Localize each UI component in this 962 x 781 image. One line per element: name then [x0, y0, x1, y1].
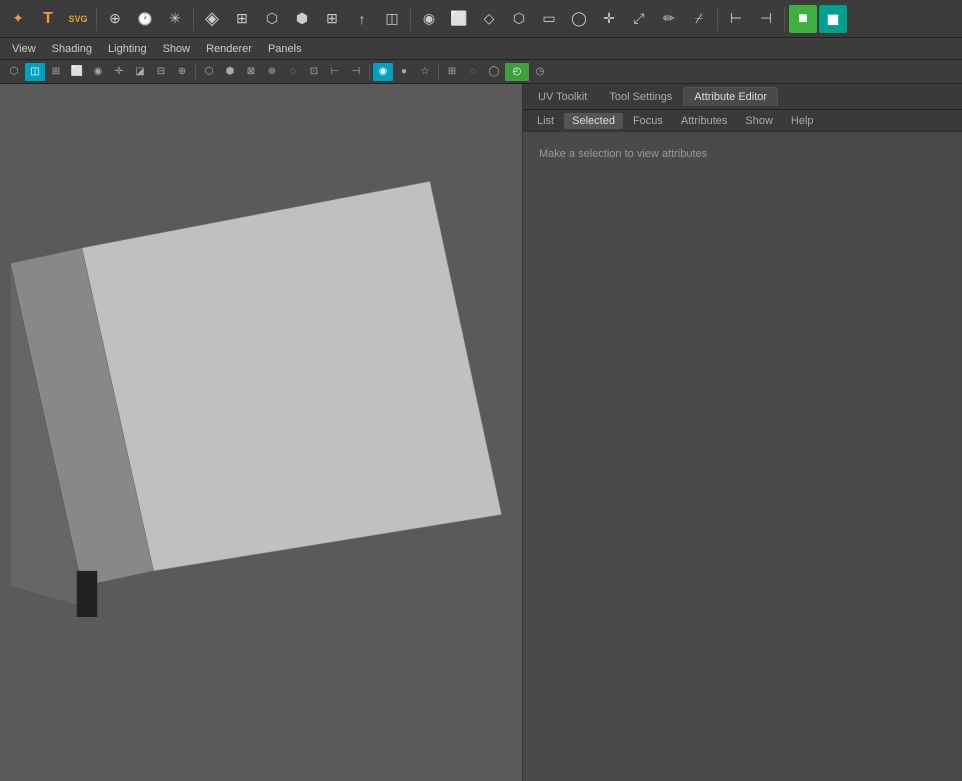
sec-edge-icon[interactable]: ✛ [109, 63, 129, 81]
star-icon[interactable]: ✦ [4, 5, 32, 33]
subtab-show[interactable]: Show [737, 113, 781, 129]
sec-oval-icon[interactable]: ◯ [484, 63, 504, 81]
sec-mesh-icon[interactable]: ◫ [25, 63, 45, 81]
bridge-icon[interactable]: ⊣ [752, 5, 780, 33]
no-selection-message: Make a selection to view attributes [539, 148, 707, 160]
subtab-list[interactable]: List [529, 113, 562, 129]
teal-icon[interactable]: ◼ [819, 5, 847, 33]
split-icon[interactable]: ⊢ [722, 5, 750, 33]
viewport[interactable] [0, 84, 522, 781]
pen-icon[interactable]: ⌿ [685, 5, 713, 33]
cube-open-icon[interactable]: ⬜ [445, 5, 473, 33]
menu-view[interactable]: View [4, 41, 44, 57]
sep-sec3 [438, 64, 439, 80]
sec-fill-icon[interactable]: ◉ [373, 63, 393, 81]
sec-left-icon[interactable]: ⊢ [325, 63, 345, 81]
sec-vert-icon[interactable]: ◉ [88, 63, 108, 81]
sep1 [96, 7, 97, 31]
sec-grid3-icon[interactable]: ⊞ [46, 63, 66, 81]
menu-renderer[interactable]: Renderer [198, 41, 260, 57]
sec-target2-icon[interactable]: ⊕ [172, 63, 192, 81]
sep5 [784, 7, 785, 31]
menu-lighting[interactable]: Lighting [100, 41, 155, 57]
edit-icon[interactable]: ✏ [655, 5, 683, 33]
sep4 [717, 7, 718, 31]
top-toolbar: ✦ T SVG ⊕ 🕐 ✳ ◈ ⊞ ⬡ ⬢ ⊞ ↑ ◫ ◉ ⬜ ◇ ⬡ ▭ ◯ … [0, 0, 962, 38]
menu-shading[interactable]: Shading [44, 41, 100, 57]
sec-plus-icon[interactable]: ⊕ [262, 63, 282, 81]
subtab-selected[interactable]: Selected [564, 113, 623, 129]
scale-icon[interactable]: ⤢ [625, 5, 653, 33]
panel-tabs: UV Toolkit Tool Settings Attribute Edito… [523, 84, 962, 110]
tab-attribute-editor[interactable]: Attribute Editor [683, 87, 778, 106]
sec-empty-icon[interactable]: ◌ [463, 63, 483, 81]
main-area: UV Toolkit Tool Settings Attribute Edito… [0, 84, 962, 781]
subtab-help[interactable]: Help [783, 113, 822, 129]
move-icon[interactable]: ✛ [595, 5, 623, 33]
sec-square-icon[interactable]: ⊡ [304, 63, 324, 81]
sec-box-icon[interactable]: ⬜ [67, 63, 87, 81]
subtab-attributes[interactable]: Attributes [673, 113, 735, 129]
subtab-focus[interactable]: Focus [625, 113, 671, 129]
sec-ring-icon[interactable]: ◌ [283, 63, 303, 81]
circle-icon[interactable]: ◯ [565, 5, 593, 33]
sec-check-icon[interactable]: ⊠ [241, 63, 261, 81]
sec-uvset-icon[interactable]: ⊟ [151, 63, 171, 81]
panel-content: Make a selection to view attributes [523, 132, 962, 781]
menu-panels[interactable]: Panels [260, 41, 310, 57]
sec-poly-icon[interactable]: ⬢ [220, 63, 240, 81]
arrow-up-icon[interactable]: ↑ [348, 5, 376, 33]
sec-face-icon[interactable]: ◪ [130, 63, 150, 81]
sec-star-icon[interactable]: ☆ [415, 63, 435, 81]
sep2 [193, 7, 194, 31]
sec-right-icon[interactable]: ⊣ [346, 63, 366, 81]
green-cube-icon[interactable]: ■ [789, 5, 817, 33]
sec-green-icon[interactable]: ◴ [505, 63, 529, 81]
viewport-svg [0, 84, 522, 781]
box-icon[interactable]: ⬢ [288, 5, 316, 33]
target-icon[interactable]: ⊕ [101, 5, 129, 33]
hexagon-icon[interactable]: ⬡ [505, 5, 533, 33]
sec-dot-icon[interactable]: ● [394, 63, 414, 81]
sec-grid4-icon[interactable]: ⊞ [442, 63, 462, 81]
grid-icon[interactable]: ⊞ [228, 5, 256, 33]
tab-tool-settings[interactable]: Tool Settings [598, 87, 683, 106]
grid2-icon[interactable]: ⊞ [318, 5, 346, 33]
sec-last-icon[interactable]: ◷ [530, 63, 550, 81]
secondary-toolbar: ⬡ ◫ ⊞ ⬜ ◉ ✛ ◪ ⊟ ⊕ ⬡ ⬢ ⊠ ⊕ ◌ ⊡ ⊢ ⊣ ◉ ● ☆ … [0, 60, 962, 84]
cube-wire-icon[interactable]: ◈ [198, 5, 226, 33]
sec-cube-icon[interactable]: ⬡ [4, 63, 24, 81]
dropbox-icon[interactable]: ◇ [475, 5, 503, 33]
sep-sec2 [369, 64, 370, 80]
menu-show[interactable]: Show [155, 41, 199, 57]
text-tool-icon[interactable]: T [34, 5, 62, 33]
tab-uv-toolkit[interactable]: UV Toolkit [527, 87, 598, 106]
asterisk-icon[interactable]: ✳ [161, 5, 189, 33]
right-panel: UV Toolkit Tool Settings Attribute Edito… [522, 84, 962, 781]
svg-tool-icon[interactable]: SVG [64, 5, 92, 33]
sub-tabs: List Selected Focus Attributes Show Help [523, 110, 962, 132]
clock-icon[interactable]: 🕐 [131, 5, 159, 33]
rectangle-icon[interactable]: ▭ [535, 5, 563, 33]
sep3 [410, 7, 411, 31]
sep-sec1 [195, 64, 196, 80]
sec-hex2-icon[interactable]: ⬡ [199, 63, 219, 81]
menu-bar: View Shading Lighting Show Renderer Pane… [0, 38, 962, 60]
cube3d-icon[interactable]: ⬡ [258, 5, 286, 33]
sphere-icon[interactable]: ◉ [415, 5, 443, 33]
stack-icon[interactable]: ◫ [378, 5, 406, 33]
